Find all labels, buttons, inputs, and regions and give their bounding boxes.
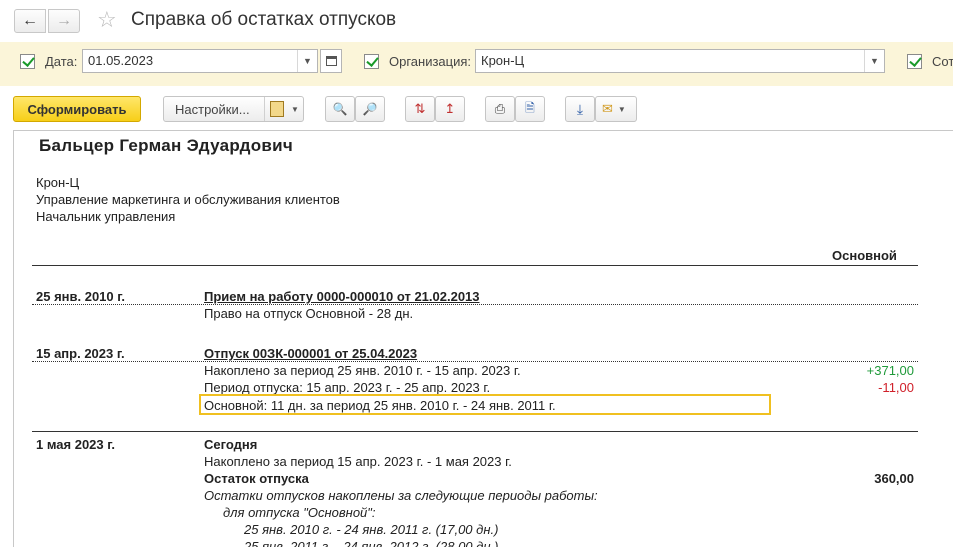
event-document-link[interactable]: Отпуск 00ЗК-000001 от 25.04.2023 <box>204 346 417 361</box>
vacation-type: для отпуска "Основной": <box>223 505 376 520</box>
organization-name: Крон-Ц <box>36 175 80 190</box>
find-button[interactable]: 🔍 <box>325 96 355 122</box>
preview-icon: 🗎 <box>525 100 535 115</box>
event-date: 25 янв. 2010 г. <box>36 289 125 304</box>
event-line: Основной: 11 дн. за период 25 янв. 2010 … <box>204 398 556 413</box>
arrow-right-icon: → <box>56 12 72 29</box>
send-button[interactable]: ✉ ▼ <box>595 96 637 122</box>
expand-groups-button[interactable]: ⇅ <box>405 96 435 122</box>
collapse-icon: ↥ <box>444 101 456 116</box>
filter-panel: Дата: 01.05.2023 ▼ Организация: Крон-Ц ▼… <box>0 42 953 86</box>
collapse-groups-button[interactable]: ↥ <box>435 96 465 122</box>
dotted-rule <box>32 361 918 362</box>
header-rule <box>32 265 918 266</box>
position-name: Начальник управления <box>36 209 176 224</box>
chevron-down-icon: ▼ <box>617 104 626 114</box>
arrow-left-icon: ← <box>22 12 38 29</box>
download-icon: ⤓ <box>576 100 584 117</box>
chevron-down-icon[interactable]: ▼ <box>297 50 317 72</box>
dotted-rule <box>32 304 918 305</box>
event-line: Накоплено за период 15 апр. 2023 г. - 1 … <box>204 454 512 469</box>
printer-icon: ⎙ <box>494 101 506 116</box>
employee-checkbox[interactable] <box>907 54 922 69</box>
title-bar: ← → ☆ Справка об остатках отпусков <box>0 0 953 42</box>
organization-field[interactable]: Крон-Ц ▼ <box>475 49 885 73</box>
toolbar: Сформировать Настройки... ▼ 🔍 🔎 ⇅ ↥ ⎙ 🗎 … <box>0 86 953 130</box>
event-line: Период отпуска: 15 апр. 2023 г. - 25 апр… <box>204 380 491 395</box>
accrued-amount: +371,00 <box>866 363 914 378</box>
balance-value: 360,00 <box>874 471 914 486</box>
settings-label: Настройки... <box>175 101 250 117</box>
find-next-button[interactable]: 🔎 <box>355 96 385 122</box>
organization-label: Организация: <box>389 54 472 69</box>
event-document-link[interactable]: Прием на работу 0000-000010 от 21.02.201… <box>204 289 480 304</box>
star-icon[interactable]: ☆ <box>97 7 117 33</box>
settings-button[interactable]: Настройки... ▼ <box>163 96 304 122</box>
report-area[interactable]: Бальцер Герман Эдуардович Крон-Ц Управле… <box>13 130 953 547</box>
employee-label: Сот <box>932 54 953 69</box>
calendar-icon <box>326 56 337 66</box>
balance-note: Остатки отпусков накоплены за следующие … <box>204 488 598 503</box>
date-field[interactable]: 01.05.2023 ▼ <box>82 49 318 73</box>
generate-button[interactable]: Сформировать <box>13 96 141 122</box>
preview-button[interactable]: 🗎 <box>515 96 545 122</box>
event-line: Право на отпуск Основной - 28 дн. <box>204 306 414 321</box>
envelope-icon: ✉ <box>602 101 613 116</box>
today-label: Сегодня <box>204 437 258 452</box>
event-date: 15 апр. 2023 г. <box>36 346 125 361</box>
search-next-icon: 🔎 <box>362 102 378 116</box>
chevron-down-icon[interactable]: ▼ <box>864 50 884 72</box>
save-button[interactable]: ⤓ <box>565 96 595 122</box>
print-button[interactable]: ⎙ <box>485 96 515 122</box>
event-date: 1 мая 2023 г. <box>36 437 115 452</box>
variants-icon <box>270 101 284 117</box>
back-button[interactable]: ← <box>14 9 46 33</box>
used-amount: -11,00 <box>878 380 914 395</box>
forward-button[interactable]: → <box>48 9 80 33</box>
search-icon: 🔍 <box>332 102 348 116</box>
accrual-period: 25 янв. 2010 г. - 24 янв. 2011 г. (17,00… <box>244 522 499 537</box>
employee-name: Бальцер Герман Эдуардович <box>39 136 294 155</box>
section-rule <box>32 431 918 432</box>
expand-icon: ⇅ <box>414 101 426 116</box>
date-value: 01.05.2023 <box>88 53 154 68</box>
organization-checkbox[interactable] <box>364 54 379 69</box>
event-line: Накоплено за период 25 янв. 2010 г. - 15… <box>204 363 521 378</box>
date-checkbox[interactable] <box>20 54 35 69</box>
date-label: Дата: <box>45 54 78 69</box>
column-header: Основной <box>832 248 897 263</box>
calendar-button[interactable] <box>320 49 342 73</box>
window-title: Справка об остатках отпусков <box>131 9 397 30</box>
department-name: Управление маркетинга и обслуживания кли… <box>36 192 340 207</box>
organization-value: Крон-Ц <box>481 53 525 68</box>
chevron-down-icon: ▼ <box>291 105 299 114</box>
accrual-period: 25 янв. 2011 г. - 24 янв. 2012 г. (28,00… <box>244 539 499 547</box>
balance-label: Остаток отпуска <box>204 471 309 486</box>
